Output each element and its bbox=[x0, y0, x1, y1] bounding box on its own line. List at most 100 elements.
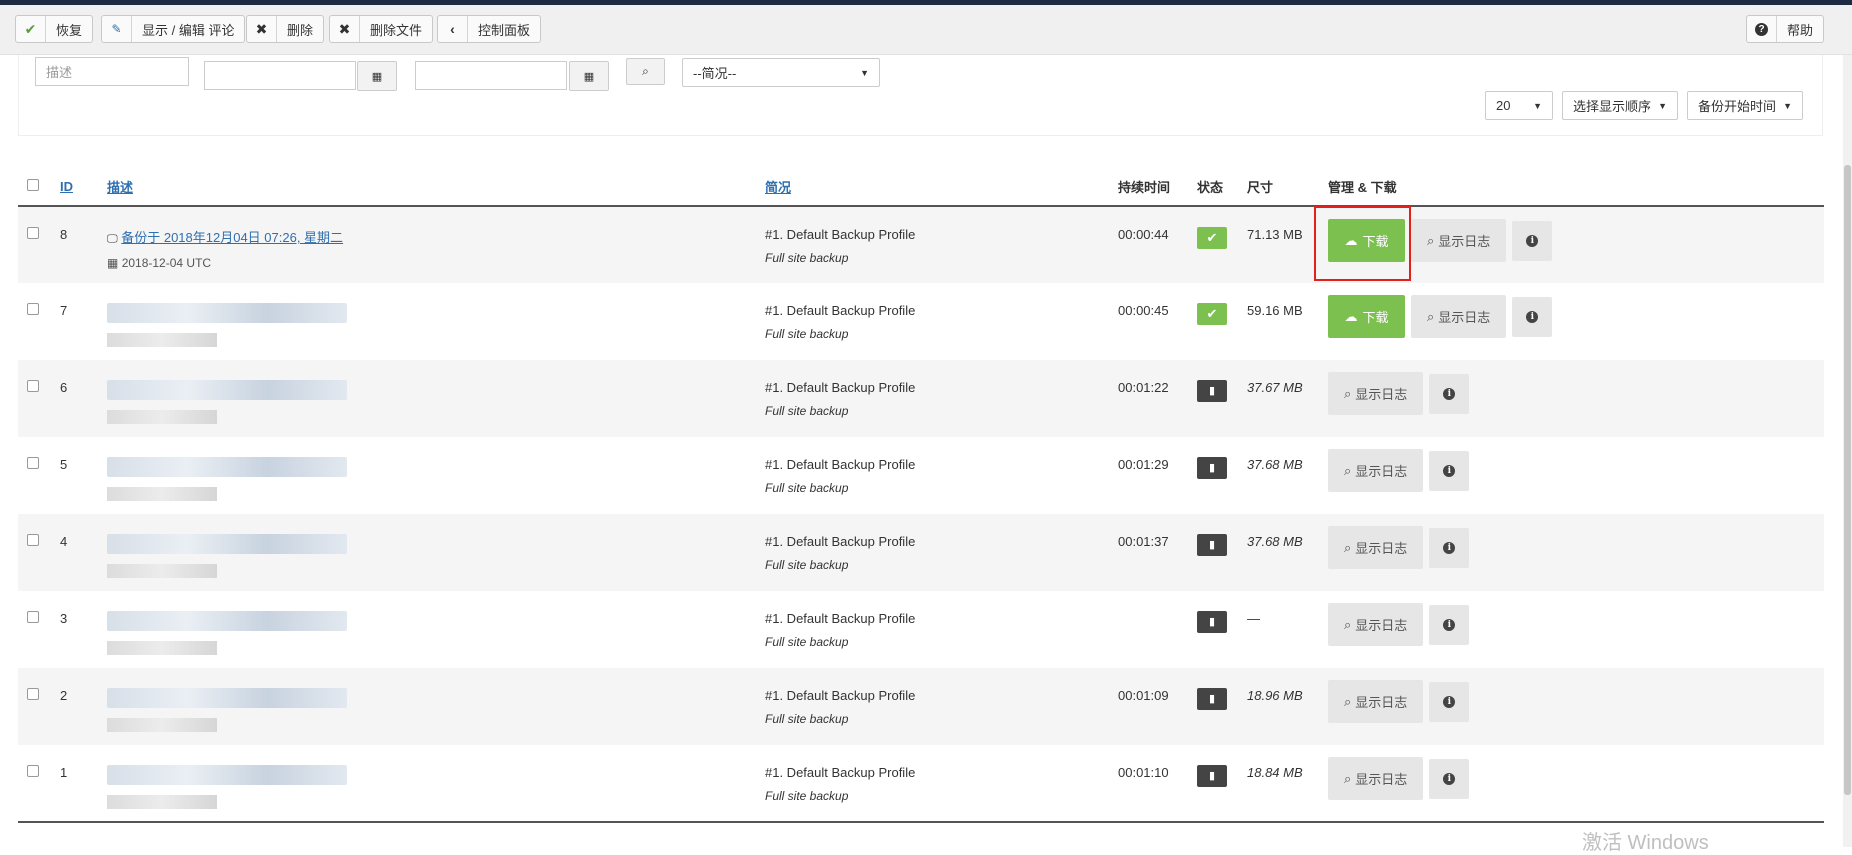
redacted-description bbox=[107, 380, 347, 400]
control-panel-button[interactable]: ‹ 控制面板 bbox=[437, 15, 542, 43]
status-ok-badge: ✔ bbox=[1197, 227, 1227, 249]
backup-description-link[interactable]: 备份于 2018年12月04日 07:26, 星期二 bbox=[121, 230, 343, 245]
row-description bbox=[107, 360, 765, 437]
trash-icon: ▮ bbox=[1208, 616, 1216, 628]
row-description bbox=[107, 591, 765, 668]
description-search-input[interactable]: 描述 bbox=[35, 57, 189, 86]
restore-button[interactable]: ✔ 恢复 bbox=[15, 15, 94, 43]
order-field-select[interactable]: 备份开始时间 ▼ bbox=[1687, 91, 1803, 120]
row-checkbox[interactable] bbox=[27, 380, 39, 392]
row-checkbox[interactable] bbox=[27, 303, 39, 315]
calendar-from-button[interactable]: ▦ bbox=[357, 61, 397, 91]
info-button[interactable]: i bbox=[1429, 759, 1470, 799]
row-checkbox[interactable] bbox=[27, 534, 39, 546]
sort-profile-link[interactable]: 简况 bbox=[765, 180, 791, 195]
table-row: 7 #1. Default Backup Profile Full site ba… bbox=[18, 283, 1824, 360]
sort-description-link[interactable]: 描述 bbox=[107, 180, 133, 195]
row-status: ▮ bbox=[1197, 745, 1247, 823]
select-all-checkbox[interactable] bbox=[27, 179, 39, 191]
row-duration: 00:00:45 bbox=[1118, 303, 1169, 318]
show-log-button[interactable]: ⌕ 显示日志 bbox=[1328, 449, 1424, 492]
search-icon: ⌕ bbox=[1427, 308, 1435, 324]
download-button[interactable]: ☁ 下载 bbox=[1328, 295, 1405, 338]
row-size: — bbox=[1247, 611, 1260, 626]
trash-icon: ▮ bbox=[1208, 462, 1216, 474]
row-profile: #1. Default Backup Profile Full site back… bbox=[765, 303, 916, 341]
row-id: 1 bbox=[60, 745, 107, 823]
info-icon: i bbox=[1443, 773, 1456, 785]
search-button[interactable]: ⌕ bbox=[626, 58, 665, 85]
info-button[interactable]: i bbox=[1512, 297, 1553, 337]
row-profile: #1. Default Backup Profile Full site back… bbox=[765, 380, 916, 418]
status-deleted-badge: ▮ bbox=[1197, 688, 1227, 710]
status-ok-badge: ✔ bbox=[1197, 303, 1227, 325]
status-header: 状态 bbox=[1197, 168, 1247, 207]
show-log-button[interactable]: ⌕ 显示日志 bbox=[1411, 219, 1507, 262]
delete-button[interactable]: ✖ 删除 bbox=[246, 15, 325, 43]
date-to-input[interactable] bbox=[415, 61, 567, 90]
scrollbar-thumb[interactable] bbox=[1844, 165, 1851, 795]
info-button[interactable]: i bbox=[1429, 682, 1470, 722]
row-status: ✔ bbox=[1197, 206, 1247, 283]
row-checkbox[interactable] bbox=[27, 457, 39, 469]
show-log-button[interactable]: ⌕ 显示日志 bbox=[1328, 526, 1424, 569]
info-button[interactable]: i bbox=[1429, 374, 1470, 414]
download-highlight-box bbox=[1314, 206, 1411, 281]
info-icon: i bbox=[1526, 311, 1539, 323]
show-log-button[interactable]: ⌕ 显示日志 bbox=[1411, 295, 1507, 338]
close-icon: ✖ bbox=[247, 16, 277, 42]
show-log-button[interactable]: ⌕ 显示日志 bbox=[1328, 372, 1424, 415]
edit-comment-button[interactable]: ✎ 显示 / 编辑 评论 bbox=[101, 15, 246, 43]
date-from-input[interactable] bbox=[204, 61, 356, 90]
row-checkbox[interactable] bbox=[27, 227, 39, 239]
search-icon: ⌕ bbox=[1344, 385, 1352, 401]
question-icon: ? bbox=[1747, 16, 1777, 42]
info-button[interactable]: i bbox=[1429, 605, 1470, 645]
cloud-download-icon: ☁ bbox=[1344, 308, 1358, 324]
info-button[interactable]: i bbox=[1429, 528, 1470, 568]
info-button[interactable]: i bbox=[1429, 451, 1470, 491]
row-manage: ⌕ 显示日志 i bbox=[1328, 437, 1824, 514]
sort-id-link[interactable]: ID bbox=[60, 179, 73, 194]
info-button[interactable]: i bbox=[1512, 221, 1553, 261]
info-icon: i bbox=[1443, 465, 1456, 477]
order-select[interactable]: 选择显示顺序 ▼ bbox=[1562, 91, 1678, 120]
row-duration: 00:01:09 bbox=[1118, 688, 1169, 703]
info-icon: i bbox=[1443, 696, 1456, 708]
row-manage: ⌕ 显示日志 i bbox=[1328, 514, 1824, 591]
row-id: 6 bbox=[60, 380, 68, 395]
row-checkbox[interactable] bbox=[27, 611, 39, 623]
redacted-date bbox=[107, 487, 217, 501]
table-row: 3 #1. Default Backup Profile Full site ba… bbox=[18, 591, 1824, 668]
row-duration: 00:01:22 bbox=[1118, 380, 1169, 395]
trash-icon: ▮ bbox=[1208, 385, 1216, 397]
show-log-button[interactable]: ⌕ 显示日志 bbox=[1328, 680, 1424, 723]
profile-select[interactable]: --简况-- ▼ bbox=[682, 58, 880, 87]
row-checkbox[interactable] bbox=[27, 688, 39, 700]
redacted-date bbox=[107, 333, 217, 347]
row-manage: ⌕ 显示日志 i bbox=[1328, 591, 1824, 668]
table-row: 4 #1. Default Backup Profile Full site ba… bbox=[18, 514, 1824, 591]
show-log-button[interactable]: ⌕ 显示日志 bbox=[1328, 603, 1424, 646]
row-size: 18.96 MB bbox=[1247, 688, 1303, 703]
vertical-scrollbar[interactable] bbox=[1843, 55, 1852, 847]
row-manage: ⌕ 显示日志 i bbox=[1328, 360, 1824, 437]
row-id: 3 bbox=[60, 611, 68, 626]
manage-header: 管理 & 下载 bbox=[1328, 168, 1824, 207]
row-profile: #1. Default Backup Profile Full site back… bbox=[765, 227, 916, 265]
calendar-to-button[interactable]: ▦ bbox=[569, 61, 609, 91]
delete-files-button[interactable]: ✖ 删除文件 bbox=[329, 15, 434, 43]
search-icon: ⌕ bbox=[1344, 616, 1352, 632]
show-log-button[interactable]: ⌕ 显示日志 bbox=[1328, 757, 1424, 800]
row-duration: 00:01:37 bbox=[1118, 534, 1169, 549]
page-size-select[interactable]: 20 ▼ bbox=[1485, 91, 1553, 120]
backup-date: ▦ 2018-12-04 UTC bbox=[107, 256, 212, 270]
duration-header: 持续时间 bbox=[1118, 168, 1197, 207]
computer-icon: 🖵 bbox=[107, 233, 118, 245]
trash-icon: ▮ bbox=[1208, 539, 1216, 551]
row-checkbox[interactable] bbox=[27, 765, 39, 777]
chevron-left-icon: ‹ bbox=[438, 16, 468, 42]
help-button[interactable]: ? 帮助 bbox=[1746, 15, 1825, 43]
windows-activation-watermark: 激活 Windows bbox=[1582, 832, 1709, 854]
row-description bbox=[107, 437, 765, 514]
